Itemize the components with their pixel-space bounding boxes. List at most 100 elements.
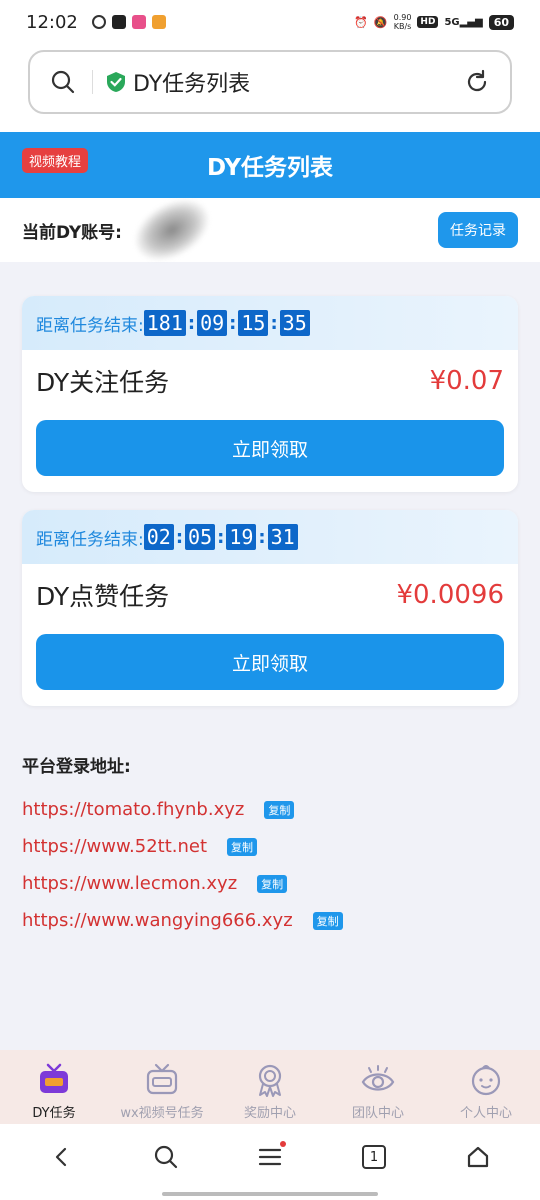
platform-link[interactable]: https://tomato.fhynb.xyz [22,799,244,820]
link-row: https://tomato.fhynb.xyz 复制 [22,791,518,828]
page-header: 视频教程 DY任务列表 [0,132,540,198]
tab-bar: DY任务 wx视频号任务 奖励中心 团队中心 个人中心 [0,1050,540,1124]
face-icon [471,1065,501,1096]
countdown-bar: 距离任务结束: 02 : 05 : 19 : 31 [22,510,518,564]
countdown-minutes: 15 [238,310,269,336]
countdown-minutes: 19 [226,524,257,550]
home-button[interactable] [456,1135,500,1179]
countdown-separator: : [175,526,184,548]
tv-icon [40,1063,68,1093]
countdown-seconds: 35 [279,310,310,336]
app-notification-icon [111,15,126,29]
task-info: DY关注任务 ¥0.07 [22,350,518,412]
tab-team[interactable]: 团队中心 [324,1050,432,1124]
tab-label: 奖励中心 [243,1106,296,1121]
hd-badge: HD [417,16,439,28]
status-time: 12:02 [26,11,78,33]
tab-label: 团队中心 [351,1106,404,1121]
account-label: 当前DY账号: [22,222,122,243]
countdown-label: 距离任务结束: [36,529,144,550]
back-button[interactable] [40,1135,84,1179]
countdown-separator: : [270,312,278,334]
network-speed-value: 0.90 [393,13,412,22]
platform-link[interactable]: https://www.lecmon.xyz [22,873,237,894]
countdown-separator: : [187,312,196,334]
system-nav-bar: 1 [0,1124,540,1200]
platform-link[interactable]: https://www.52tt.net [22,836,207,857]
back-icon [55,1147,67,1167]
home-icon [467,1146,489,1168]
network-speed: 0.90 KB/s [394,13,412,31]
tab-label: 个人中心 [459,1106,512,1121]
task-name: DY点赞任务 [36,582,170,611]
link-row: https://www.wangying666.xyz 复制 [22,902,518,939]
claim-button[interactable]: 立即领取 [36,634,504,690]
copy-button[interactable]: 复制 [312,911,343,930]
page-title: DY任务列表 [133,72,251,97]
app-notification-icon [91,15,106,29]
platform-section: 平台登录地址: https://tomato.fhynb.xyz 复制 http… [22,752,518,939]
tabs-count: 1 [369,1149,379,1165]
countdown-hours: 05 [185,524,216,550]
platform-link[interactable]: https://www.wangying666.xyz [22,910,293,931]
task-card: 距离任务结束: 02 : 05 : 19 : 31 DY点赞任务 ¥0.0096… [22,510,518,706]
task-card: 距离任务结束: 181 : 09 : 15 : 35 DY关注任务 ¥0.07 … [22,296,518,492]
reload-icon[interactable] [462,67,492,97]
countdown-bar: 距离任务结束: 181 : 09 : 15 : 35 [22,296,518,350]
countdown-days: 181 [143,310,186,336]
divider [92,70,93,94]
tabs-count-icon: 1 [362,1145,386,1169]
video-tutorial-button[interactable]: 视频教程 [22,148,89,173]
tab-profile[interactable]: 个人中心 [432,1050,540,1124]
tv-outline-icon [146,1063,178,1095]
task-price: ¥0.0096 [396,580,504,610]
address-bar[interactable]: DY任务列表 [28,50,512,114]
countdown-hours: 09 [197,310,228,336]
copy-button[interactable]: 复制 [257,874,288,893]
tabs-button[interactable]: 1 [352,1135,396,1179]
network-speed-unit: KB/s [393,22,412,31]
task-price: ¥0.07 [429,366,504,396]
platform-title: 平台登录地址: [22,757,131,777]
copy-button[interactable]: 复制 [227,837,258,856]
secure-shield-icon [107,72,125,92]
countdown-days: 02 [143,524,174,550]
tab-wx-video-tasks[interactable]: wx视频号任务 [108,1050,216,1124]
link-row: https://www.52tt.net 复制 [22,828,518,865]
notification-dot [280,1141,286,1147]
task-record-button[interactable]: 任务记录 [438,212,518,248]
alarm-icon: ⏰ [354,15,368,29]
search-button[interactable] [144,1135,188,1179]
countdown-separator: : [217,526,225,548]
link-row: https://www.lecmon.xyz 复制 [22,865,518,902]
battery-icon: 60 [488,14,514,30]
eye-icon [361,1065,395,1091]
task-name: DY关注任务 [36,368,170,397]
task-info: DY点赞任务 ¥0.0096 [22,564,518,626]
browser-bar: DY任务列表 [0,44,540,132]
countdown-seconds: 31 [267,524,298,550]
app-notification-icon [151,15,166,29]
header-title: DY任务列表 [206,155,334,181]
home-indicator[interactable] [162,1192,378,1196]
redacted-account [124,187,220,273]
countdown-separator: : [258,526,266,548]
search-icon [154,1145,178,1169]
countdown-separator: : [229,312,237,334]
menu-button[interactable] [248,1135,292,1179]
app-notification-icon [131,15,146,29]
signal-label: 5G [444,16,460,28]
claim-button[interactable]: 立即领取 [36,420,504,476]
tab-label: DY任务 [32,1106,76,1121]
mute-icon: 🔕 [373,15,388,29]
account-row: 当前DY账号: 任务记录 [0,187,540,273]
copy-button[interactable]: 复制 [264,800,295,819]
status-bar: 12:02 ⏰ 🔕 0.90 KB/s HD 5G▂▄▆ 60 [0,0,540,44]
menu-icon [258,1148,282,1166]
tab-label: wx视频号任务 [120,1106,204,1121]
tab-rewards[interactable]: 奖励中心 [216,1050,324,1124]
countdown-label: 距离任务结束: [36,315,144,336]
tab-dy-tasks[interactable]: DY任务 [0,1050,108,1124]
signal-icon: 5G▂▄▆ [444,16,483,28]
search-icon[interactable] [48,67,78,97]
